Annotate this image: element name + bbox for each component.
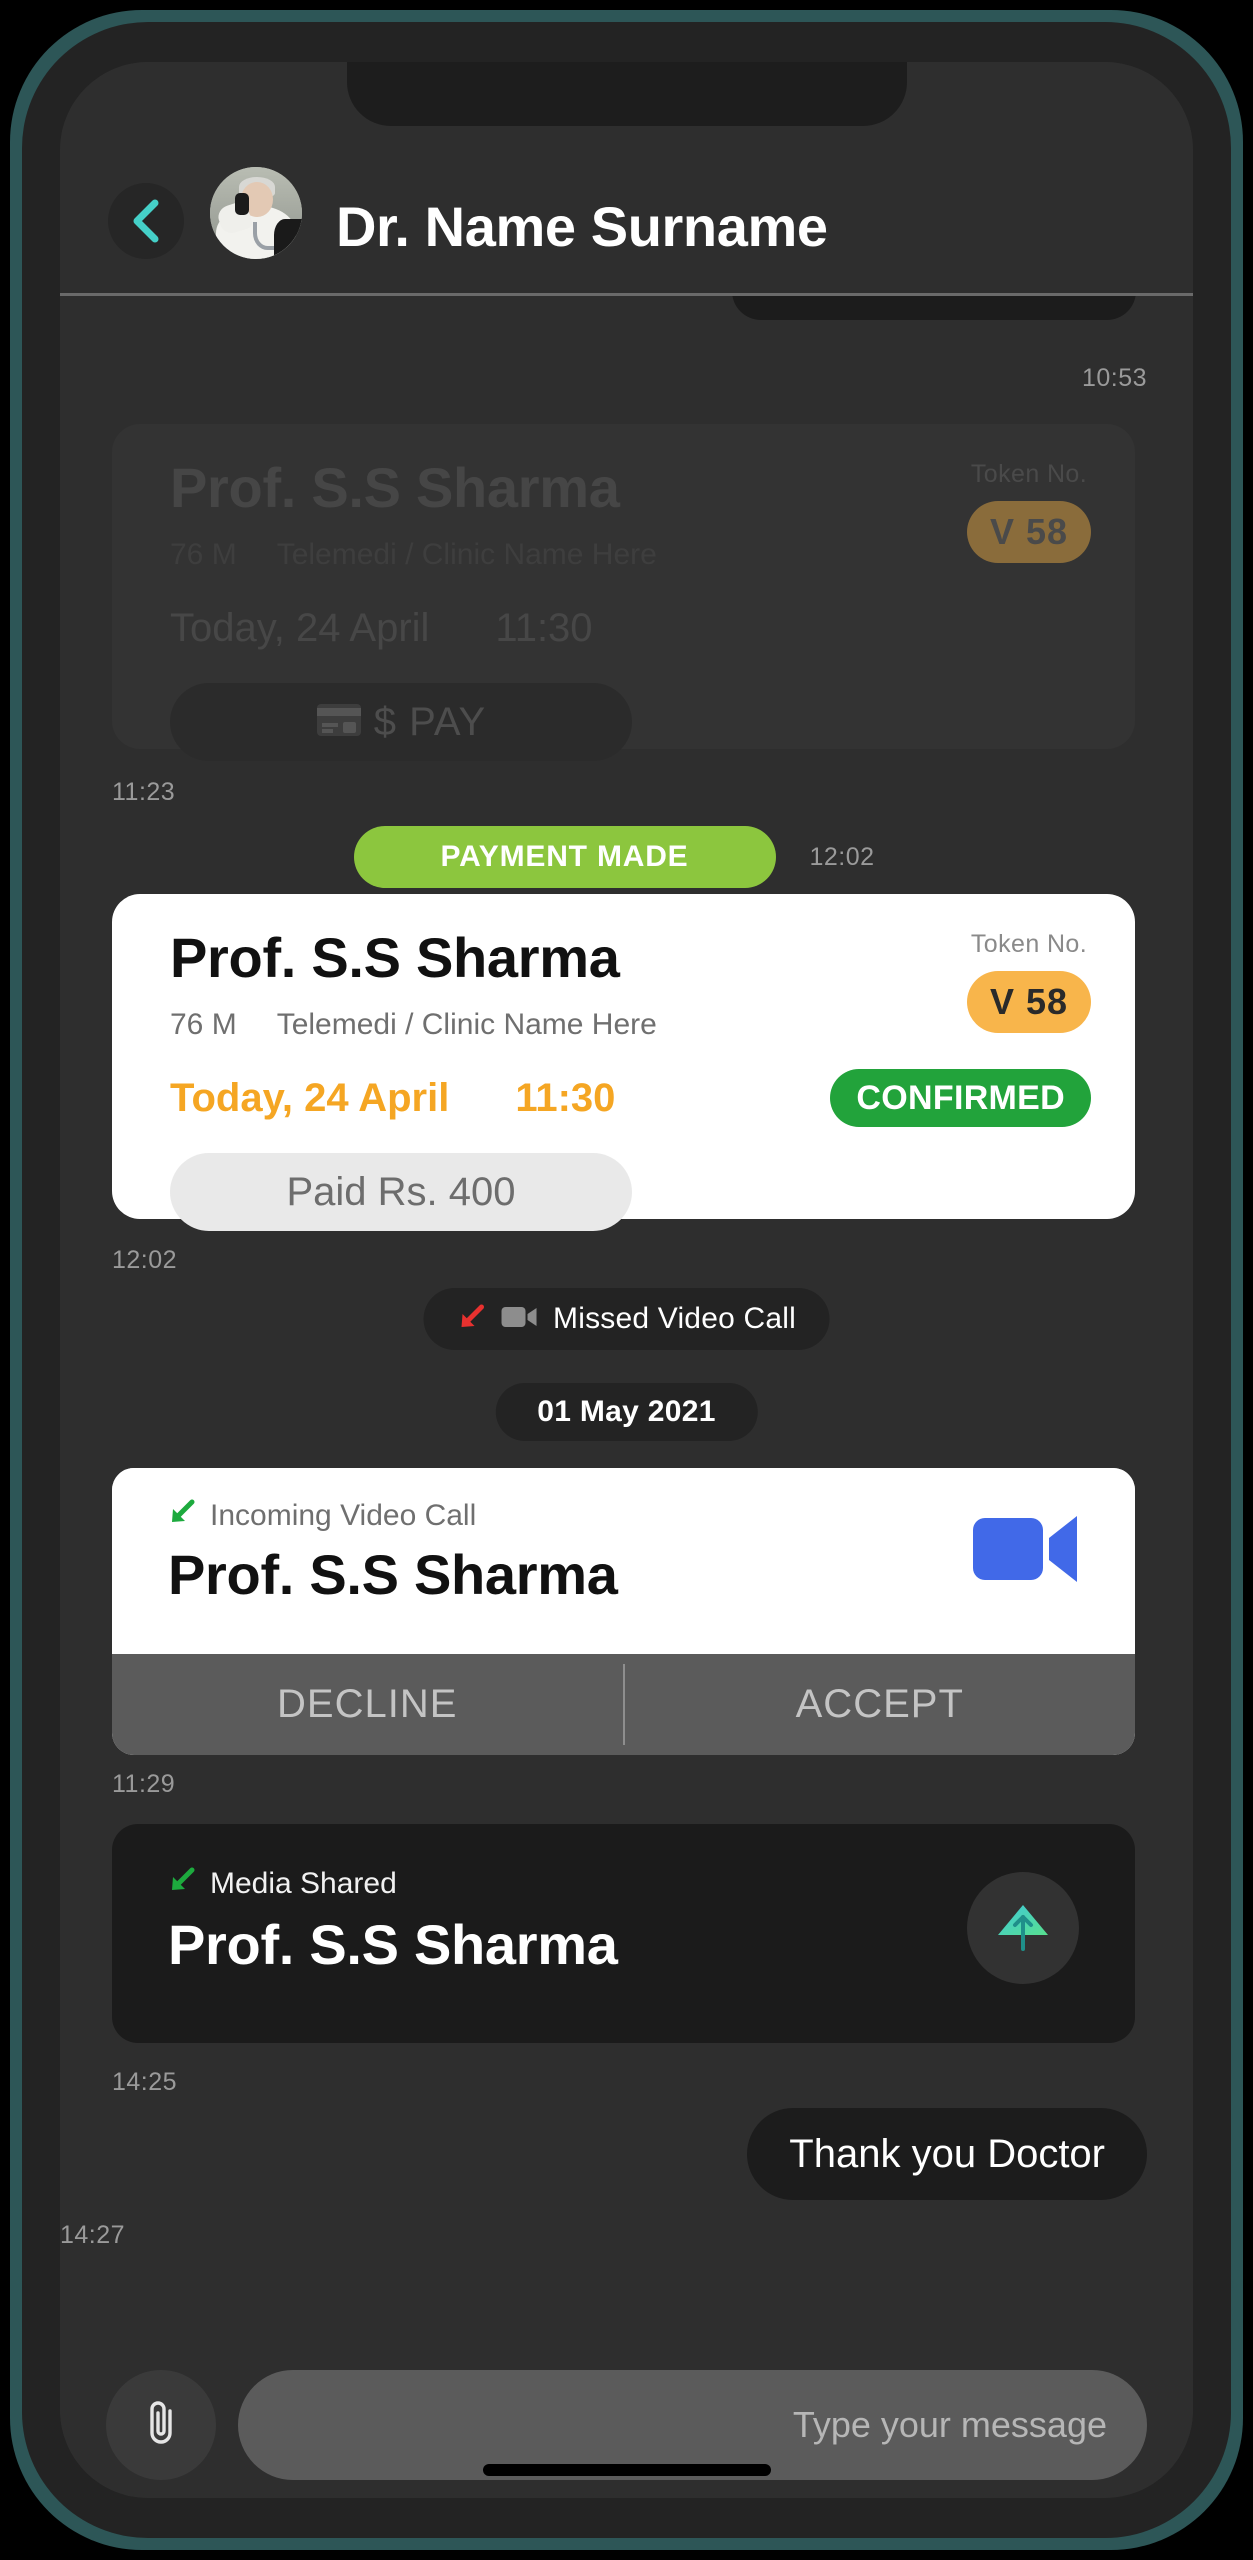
token-label: Token No.	[970, 930, 1088, 958]
partial-message-bubble	[732, 296, 1136, 320]
credit-card-icon	[316, 703, 362, 742]
phone-screen: Dr. Name Surname 10:53 Prof. S.S Sharma …	[60, 62, 1193, 2498]
avatar[interactable]	[210, 167, 302, 259]
media-shared-card[interactable]: Media Shared Prof. S.S Sharma	[112, 1824, 1135, 2043]
token-block: Token No. V 58	[967, 930, 1091, 1033]
incoming-call-actions: DECLINE ACCEPT	[112, 1654, 1135, 1755]
arrow-down-left-icon	[168, 1498, 196, 1534]
doctor-name: Prof. S.S Sharma	[170, 456, 620, 519]
attachment-button[interactable]	[106, 2370, 216, 2480]
payment-made-badge[interactable]: PAYMENT MADE	[353, 826, 776, 888]
missed-call-label: Missed Video Call	[553, 1302, 796, 1335]
chevron-left-icon	[129, 198, 163, 244]
clinic-name: Telemedi / Clinic Name Here	[276, 538, 657, 571]
timestamp: 14:27	[60, 2221, 126, 2249]
video-camera-icon	[973, 1512, 1079, 1591]
appointment-date: Today, 24 April	[170, 1076, 450, 1120]
back-button[interactable]	[108, 183, 184, 259]
clinic-name: Telemedi / Clinic Name Here	[276, 1008, 657, 1041]
arrow-down-left-icon	[457, 1303, 485, 1336]
token-label: Token No.	[970, 460, 1088, 488]
page-title: Dr. Name Surname	[336, 195, 828, 258]
incoming-call-label: Incoming Video Call	[210, 1499, 477, 1532]
timestamp: 10:53	[1081, 364, 1147, 392]
timestamp: 11:29	[112, 1770, 176, 1798]
incoming-call-card[interactable]: Incoming Video Call Prof. S.S Sharma DEC…	[112, 1468, 1135, 1755]
message-list[interactable]: 10:53 Prof. S.S Sharma 76 M Telemedi / C…	[60, 296, 1193, 2352]
pay-button-label: $ PAY	[373, 699, 487, 744]
date-divider: 01 May 2021	[495, 1383, 758, 1441]
appointment-schedule: Today, 24 April 11:30	[170, 606, 1091, 651]
appointment-time: 11:30	[495, 606, 593, 650]
pay-button[interactable]: $ PAY	[170, 683, 632, 761]
appointment-card-confirmed[interactable]: Prof. S.S Sharma 76 M Telemedi / Clinic …	[112, 894, 1135, 1231]
token-badge: V 58	[967, 971, 1091, 1033]
paperclip-icon	[139, 2397, 183, 2454]
timestamp: 12:02	[112, 1246, 178, 1274]
token-block: Token No. V 58	[967, 460, 1091, 563]
patient-meta: 76 M Telemedi / Clinic Name Here	[170, 1008, 1091, 1042]
appointment-card-pending[interactable]: Prof. S.S Sharma 76 M Telemedi / Clinic …	[112, 424, 1135, 761]
screenshot-root: Dr. Name Surname 10:53 Prof. S.S Sharma …	[0, 0, 1253, 2560]
appointment-date: Today, 24 April	[170, 606, 430, 650]
timestamp: 12:02	[809, 842, 875, 871]
incoming-call-header: Incoming Video Call Prof. S.S Sharma	[112, 1468, 1135, 1654]
accept-button[interactable]: ACCEPT	[625, 1654, 1136, 1755]
token-badge: V 58	[967, 501, 1091, 563]
patient-meta: 76 M Telemedi / Clinic Name Here	[170, 538, 1091, 572]
appointment-time: 11:30	[515, 1076, 616, 1120]
status-badge: CONFIRMED	[830, 1069, 1091, 1127]
age-sex: 76 M	[170, 538, 237, 571]
missed-video-call-pill[interactable]: Missed Video Call	[423, 1288, 830, 1350]
phone-notch	[346, 62, 907, 126]
cloud-upload-icon[interactable]	[967, 1872, 1079, 1984]
message-composer	[60, 2352, 1193, 2498]
timestamp: 11:23	[112, 778, 176, 806]
age-sex: 76 M	[170, 1008, 237, 1041]
arrow-down-left-icon	[168, 1866, 196, 1902]
media-shared-label: Media Shared	[210, 1867, 397, 1900]
timestamp: 14:25	[112, 2068, 178, 2096]
home-indicator	[482, 2464, 771, 2476]
payment-made-row: PAYMENT MADE 12:02	[60, 826, 1193, 888]
video-camera-icon	[501, 1305, 537, 1334]
message-bubble-outgoing[interactable]: Thank you Doctor	[747, 2108, 1147, 2200]
decline-button[interactable]: DECLINE	[112, 1654, 623, 1755]
paid-amount-button[interactable]: Paid Rs. 400	[170, 1153, 632, 1231]
doctor-name: Prof. S.S Sharma	[170, 926, 620, 989]
